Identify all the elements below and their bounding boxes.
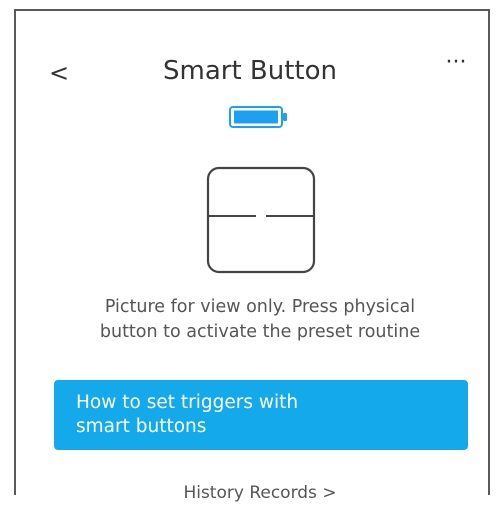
how-to-set-triggers-button[interactable]: How to set triggers with smart buttons [54,380,468,450]
battery-icon [228,105,288,129]
hint-line-1: Picture for view only. Press physical [104,297,416,317]
view-only-hint: Picture for view only. Press physical bu… [50,295,470,345]
back-button[interactable]: < [45,58,73,88]
history-records-link[interactable]: History Records > [150,481,370,505]
smart-button-device-icon [206,166,316,274]
cta-line-2: smart buttons [76,416,207,437]
cta-line-1: How to set triggers with [76,392,299,413]
hint-line-2: button to activate the preset routine [99,322,421,342]
more-options-button[interactable]: ··· [438,52,474,80]
page-title: Smart Button [162,56,337,86]
